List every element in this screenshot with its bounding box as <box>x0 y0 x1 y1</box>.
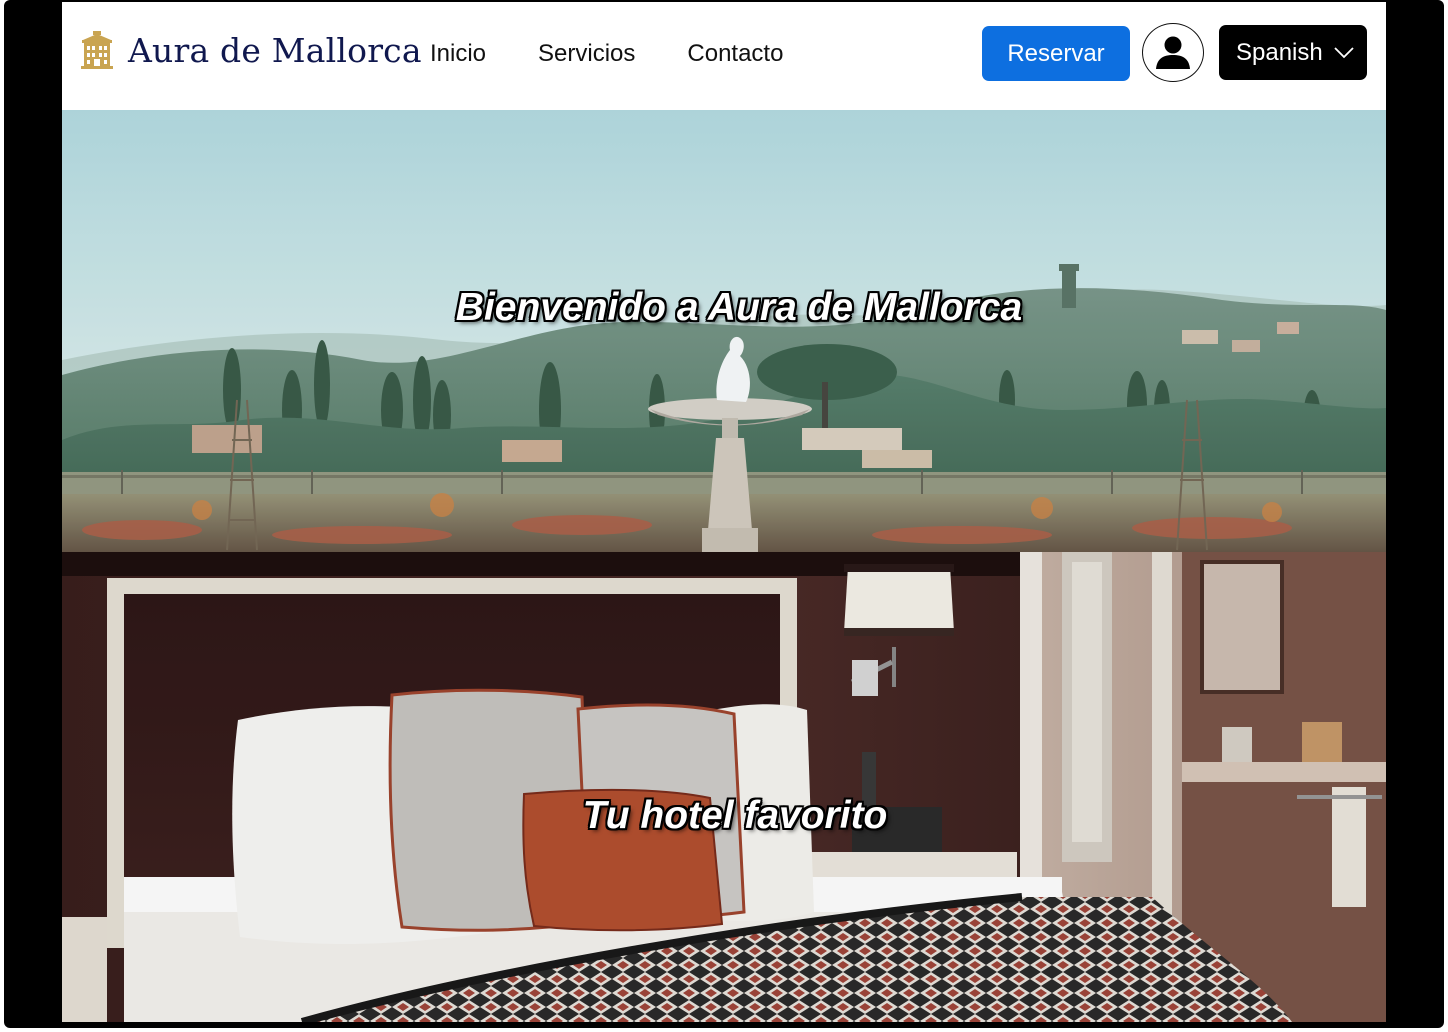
site-header: Aura de Mallorca Inicio Servicios Contac… <box>62 2 1386 110</box>
chevron-down-icon <box>1334 46 1354 58</box>
hero-room: Tu hotel favorito <box>62 552 1386 1022</box>
main-nav: Inicio Servicios Contacto <box>430 40 835 68</box>
user-account-icon <box>1156 36 1190 69</box>
hero-room-title: Tu hotel favorito <box>582 794 888 837</box>
nav-link-servicios[interactable]: Servicios <box>538 40 635 68</box>
reserve-button[interactable]: Reservar <box>982 26 1130 81</box>
language-select-value: Spanish <box>1236 38 1323 66</box>
user-account-button[interactable] <box>1142 23 1204 82</box>
nav-link-contacto[interactable]: Contacto <box>687 40 783 68</box>
browser-frame: Aura de Mallorca Inicio Servicios Contac… <box>4 0 1444 1028</box>
hotel-building-icon <box>81 31 113 69</box>
garden-terrace-fountain-hillside-photo <box>62 110 1386 552</box>
brand-logo[interactable]: Aura de Mallorca <box>80 30 422 70</box>
language-select[interactable]: Spanish <box>1219 25 1367 80</box>
hero-welcome: Bienvenido a Aura de Mallorca <box>62 110 1386 552</box>
page: Aura de Mallorca Inicio Servicios Contac… <box>62 2 1386 1022</box>
brand-name: Aura de Mallorca <box>128 30 422 70</box>
hero-welcome-title: Bienvenido a Aura de Mallorca <box>455 286 1023 329</box>
hotel-bedroom-bed-pillows-photo <box>62 552 1386 1022</box>
nav-link-inicio[interactable]: Inicio <box>430 40 486 68</box>
